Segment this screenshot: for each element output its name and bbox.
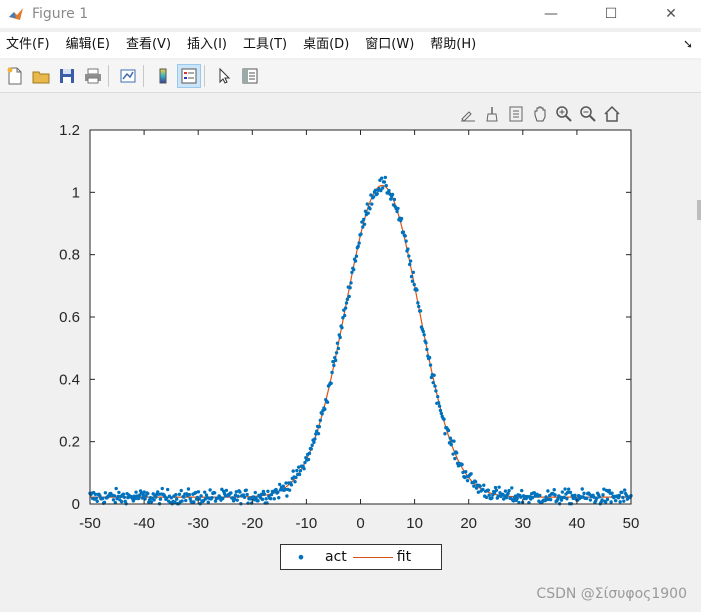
figure-toolbar [0, 60, 701, 93]
menu-tools[interactable]: 工具(T) [235, 32, 295, 58]
edit-plot-icon[interactable] [213, 65, 235, 87]
new-figure-icon[interactable] [4, 65, 26, 87]
legend-label-act: act [325, 549, 347, 565]
watermark-text: CSDN @Σίσυφος1900 [536, 586, 687, 602]
menu-insert[interactable]: 插入(I) [179, 32, 235, 58]
legend-icon[interactable] [177, 64, 201, 88]
menu-view[interactable]: 查看(V) [118, 32, 179, 58]
print-icon[interactable] [82, 65, 104, 87]
home-icon[interactable] [602, 104, 622, 124]
toolbar-separator [108, 65, 109, 87]
menu-edit[interactable]: 编辑(E) [58, 32, 118, 58]
maximize-button[interactable]: ☐ [581, 0, 641, 28]
axes-toolbar [458, 104, 622, 124]
export-icon[interactable] [458, 104, 478, 124]
menu-file[interactable]: 文件(F) [0, 32, 58, 58]
property-inspector-icon[interactable] [239, 65, 261, 87]
zoom-out-icon[interactable] [578, 104, 598, 124]
menu-window[interactable]: 窗口(W) [357, 32, 422, 58]
toolbar-separator [143, 65, 144, 87]
menu-help[interactable]: 帮助(H) [422, 32, 484, 58]
legend-label-fit: fit [396, 549, 412, 565]
toolbar-separator [204, 65, 205, 87]
figure-canvas-area [0, 93, 701, 612]
window-titlebar: Figure 1 — ☐ ✕ [0, 0, 701, 28]
minimize-button[interactable]: — [521, 0, 581, 28]
legend-line-fit [352, 556, 393, 558]
brush-icon[interactable] [482, 104, 502, 124]
open-file-icon[interactable] [30, 65, 52, 87]
matlab-logo-icon [9, 8, 23, 20]
link-plot-icon[interactable] [117, 65, 139, 87]
window-title: Figure 1 [32, 6, 89, 22]
legend-box[interactable]: • act fit [280, 544, 442, 570]
legend-marker-act: • [296, 547, 306, 567]
zoom-in-icon[interactable] [554, 104, 574, 124]
save-icon[interactable] [56, 65, 78, 87]
menu-desktop[interactable]: 桌面(D) [295, 32, 357, 58]
dock-arrow-icon[interactable]: ➘ [683, 37, 693, 51]
colorbar-icon[interactable] [152, 65, 174, 87]
pan-icon[interactable] [530, 104, 550, 124]
close-button[interactable]: ✕ [641, 0, 701, 28]
resize-handle[interactable] [697, 200, 701, 220]
data-tips-icon[interactable] [506, 104, 526, 124]
menu-bar: 文件(F) 编辑(E) 查看(V) 插入(I) 工具(T) 桌面(D) 窗口(W… [0, 32, 701, 58]
